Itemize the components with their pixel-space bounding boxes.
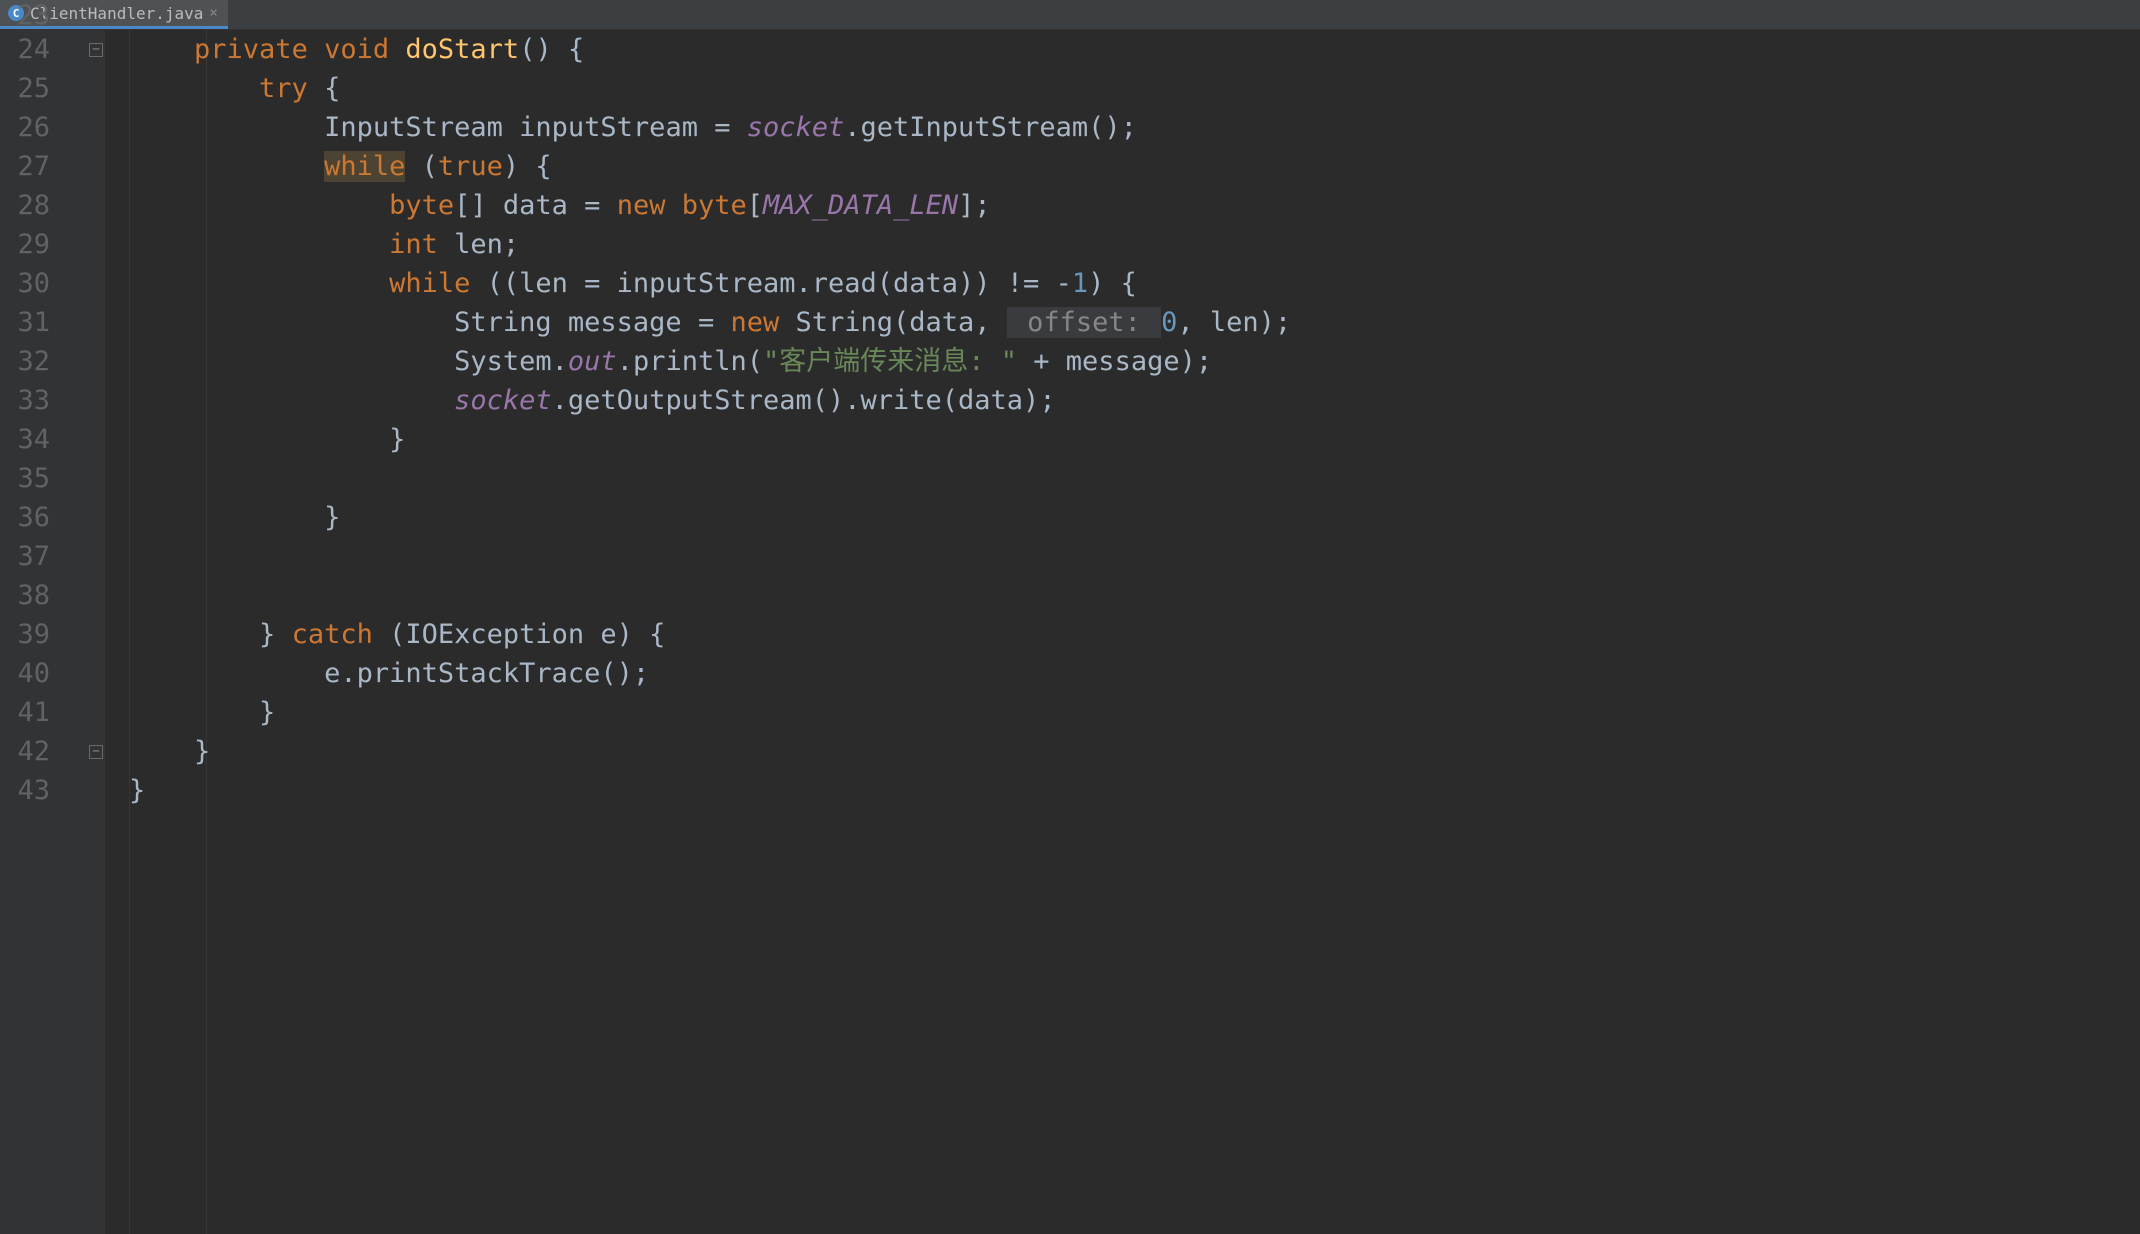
code-line[interactable]: } (105, 771, 2140, 810)
close-icon[interactable]: × (209, 5, 217, 21)
line-number: 41 (0, 693, 105, 732)
code-line[interactable] (105, 459, 2140, 498)
code-line[interactable]: String message = new String(data, offset… (105, 303, 2140, 342)
line-number: 36 (0, 498, 105, 537)
code-line[interactable]: try { (105, 69, 2140, 108)
code-line[interactable] (105, 576, 2140, 615)
fold-collapse-icon[interactable]: − (89, 745, 103, 759)
line-number: 31 (0, 303, 105, 342)
gutter: 23 24− 25 26 27 28 29 30 31 32 33 34 35 … (0, 30, 105, 1234)
code-line[interactable]: } (105, 420, 2140, 459)
line-number: 35 (0, 459, 105, 498)
code-line[interactable]: socket.getOutputStream().write(data); (105, 381, 2140, 420)
line-number: 42− (0, 732, 105, 771)
fold-collapse-icon[interactable]: − (89, 43, 103, 57)
tab-filename: ClientHandler.java (30, 4, 203, 23)
parameter-hint: offset: (1007, 307, 1161, 338)
code-line[interactable]: byte[] data = new byte[MAX_DATA_LEN]; (105, 186, 2140, 225)
line-number: 23 (17, 0, 50, 31)
line-number: 33 (0, 381, 105, 420)
code-line[interactable]: while ((len = inputStream.read(data)) !=… (105, 264, 2140, 303)
code-line[interactable]: InputStream inputStream = socket.getInpu… (105, 108, 2140, 147)
line-number: 25 (0, 69, 105, 108)
code-line[interactable]: } (105, 732, 2140, 771)
line-number: 37 (0, 537, 105, 576)
code-line[interactable]: } (105, 693, 2140, 732)
code-line[interactable]: while (true) { (105, 147, 2140, 186)
line-number: 43 (0, 771, 105, 810)
code-line[interactable] (105, 537, 2140, 576)
line-number: 40 (0, 654, 105, 693)
line-number: 30 (0, 264, 105, 303)
line-number: 38 (0, 576, 105, 615)
code-line[interactable]: } catch (IOException e) { (105, 615, 2140, 654)
editor: 23 24− 25 26 27 28 29 30 31 32 33 34 35 … (0, 30, 2140, 1234)
line-number: 28 (0, 186, 105, 225)
line-number: 32 (0, 342, 105, 381)
line-number: 24− (0, 30, 105, 69)
line-number: 34 (0, 420, 105, 459)
code-line[interactable]: } (105, 498, 2140, 537)
code-line[interactable]: int len; (105, 225, 2140, 264)
code-line[interactable]: private void doStart() { (105, 30, 2140, 69)
tab-bar: C ClientHandler.java × (0, 0, 2140, 30)
line-number: 29 (0, 225, 105, 264)
line-number: 26 (0, 108, 105, 147)
code-line[interactable]: e.printStackTrace(); (105, 654, 2140, 693)
line-number: 27 (0, 147, 105, 186)
code-area[interactable]: private void doStart() { try { InputStre… (105, 30, 2140, 1234)
line-number: 39 (0, 615, 105, 654)
code-line[interactable]: System.out.println("客户端传来消息: " + message… (105, 342, 2140, 381)
